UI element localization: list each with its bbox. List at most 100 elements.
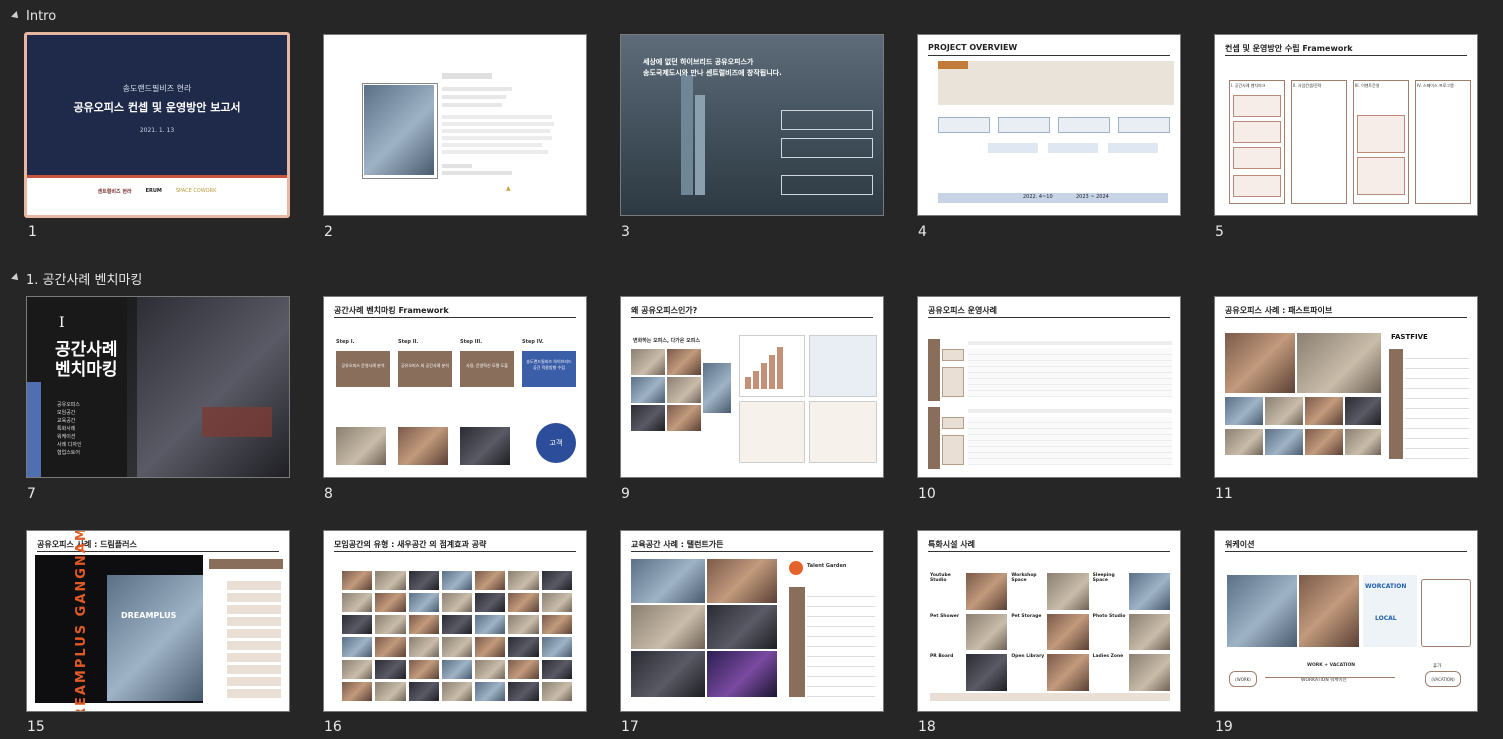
flow-label: WORK + VACATION (1307, 663, 1356, 668)
feature-label: Pet Storage (1011, 613, 1042, 619)
step-label: Step III. (460, 339, 483, 345)
chapter-title-2: 벤치마킹 (55, 360, 118, 380)
feature-label: Ladies Zone (1092, 654, 1124, 660)
step-label: Step II. (398, 339, 419, 345)
slide-number: 18 (918, 719, 936, 735)
phase-label: 2023 ~ 2024 (1076, 194, 1109, 200)
feature-label: Open Library (1011, 654, 1045, 660)
section-title: Intro (26, 8, 57, 24)
accent-stripe (27, 175, 287, 178)
building-sign: DREAMPLUS (121, 611, 177, 620)
framework-col: II. 사업컨셉/전략 (1293, 83, 1322, 88)
slide-title: 공유오피스 사례 : 패스트파이브 (1225, 306, 1333, 315)
flow-node: (VACATION) (1425, 671, 1461, 687)
talent-garden-logo-icon (789, 561, 803, 575)
customer-circle: 고객 (536, 423, 576, 463)
step-label: Step IV. (522, 339, 544, 345)
step-box-text: 공유오피스 운영사례 분석 (341, 363, 385, 368)
slide-thumbnail-2[interactable]: ▲ (323, 34, 587, 216)
worcation-word: WORCATION (1365, 583, 1407, 590)
office-interior-photo (127, 297, 289, 477)
chapter-item: 교육공간 (57, 418, 76, 424)
slide-title: 특화시설 사례 (928, 540, 975, 549)
slide-number: 3 (621, 224, 630, 240)
slide-number: 10 (918, 486, 936, 502)
slide-thumbnail-5[interactable]: 컨셉 및 운영방안 수립 Framework I. 공간사례 벤치마크 II. … (1214, 34, 1478, 216)
slide-number: 17 (621, 719, 639, 735)
slide-thumbnail-10[interactable]: 공유오피스 운영사례 (917, 296, 1181, 478)
slide-number: 4 (918, 224, 927, 240)
slide-title: 모임공간의 유형 : 새우공간 의 점계효과 공략 (334, 540, 487, 549)
slide-thumbnail-11[interactable]: 공유오피스 사례 : 패스트파이브 FASTFIVE (1214, 296, 1478, 478)
phase-label: 2022. 4~10 (1023, 194, 1053, 200)
framework-col: III. 이벤트운영 (1355, 83, 1380, 88)
step-label: Step I. (336, 339, 355, 345)
headline-line-2: 송도국제도시와 만나 센트럴비즈에 창작됩니다. (643, 69, 782, 77)
step-box-text: 사용, 운영혁신 모델 도출 (466, 363, 508, 368)
slide-title: 공유오피스 운영사례 (928, 306, 998, 315)
slide-subtitle: 공유오피스 컨셉 및 운영방안 보고서 (73, 101, 241, 114)
slide-thumbnail-1[interactable]: 송도랜드필비즈 현라 공유오피스 컨셉 및 운영방안 보고서 2021. 1. … (24, 32, 290, 218)
headline-line-1: 세상에 없던 하이브리드 공유오피스가 (643, 58, 754, 66)
step-box-text: 송도랜드필비즈 하이브리드 공간 적용방향 수립 (526, 359, 572, 370)
chapter-item: 워케이션 (57, 434, 76, 440)
logo-erum: ERUM (145, 188, 162, 194)
section-header-intro[interactable]: Intro (0, 5, 56, 27)
chapter-item: 협업스토어 (57, 450, 81, 456)
slide-title: 공간사례 벤치마킹 Framework (334, 306, 449, 315)
slide-subheading: 변화하는 오피스, 다가온 오피스 (633, 338, 700, 344)
slide-thumbnail-4[interactable]: PROJECT OVERVIEW 2022. 4~10 2023 ~ 2024 (917, 34, 1181, 216)
collapse-caret-icon[interactable] (11, 273, 21, 283)
slide-number: 5 (1215, 224, 1224, 240)
chapter-item: 공유오피스 (57, 402, 81, 408)
slide-number: 16 (324, 719, 342, 735)
framework-col: I. 공간사례 벤치마크 (1231, 83, 1266, 88)
slide-number: 2 (324, 224, 333, 240)
feature-label: PR Board (930, 654, 954, 660)
slide-thumbnail-7[interactable]: I 공간사례 벤치마킹 공유오피스 모임공간 교육공간 특화사례 워케이션 사례… (26, 296, 290, 478)
chapter-item: 특화사례 (57, 426, 76, 432)
flow-label: 휴가 (1433, 664, 1442, 669)
chapter-item: 사례 디자인 (57, 442, 82, 448)
chapter-item: 모임공간 (57, 410, 76, 416)
collapse-caret-icon[interactable] (11, 11, 21, 21)
feature-label: Pet Shower (930, 613, 960, 619)
slide-thumbnail-3[interactable]: 세상에 없던 하이브리드 공유오피스가 송도국제도시와 만나 센트럴비즈에 창작… (620, 34, 884, 216)
slide-number: 8 (324, 486, 333, 502)
space-cowork-logo: ▲ (506, 185, 511, 192)
slide-thumbnail-19[interactable]: 워케이션 WORCATION LOCAL (WORK) WORK + VACAT… (1214, 530, 1478, 712)
logo-central: 센트럴비즈 현라 (97, 189, 132, 195)
slide-thumbnail-17[interactable]: 교육공간 사례 : 탤런트가든 Talent Garden (620, 530, 884, 712)
building-photo (107, 575, 203, 701)
brand-name: FASTFIVE (1391, 333, 1428, 341)
slide-title: 송도랜드필비즈 현라 (122, 84, 192, 93)
slide-number: 7 (27, 486, 36, 502)
slide-number: 1 (28, 224, 37, 240)
slide-title: 워케이션 (1225, 540, 1255, 549)
slide-number: 11 (1215, 486, 1233, 502)
slide-title: 교육공간 사례 : 탤런트가든 (631, 540, 724, 549)
title-banner: 송도랜드필비즈 현라 공유오피스 컨셉 및 운영방안 보고서 2021. 1. … (27, 35, 287, 175)
section-title: 1. 공간사례 벤치마킹 (26, 272, 143, 288)
chapter-numeral: I (59, 315, 65, 331)
vertical-wordmark: DREAMPLUS GANGNAM (73, 530, 89, 712)
section-header-benchmarking[interactable]: 1. 공간사례 벤치마킹 (0, 267, 142, 289)
local-word: LOCAL (1375, 615, 1397, 622)
slide-date: 2021. 1. 13 (139, 127, 175, 134)
flow-node: (WORK) (1229, 671, 1257, 687)
slide-title: 왜 공유오피스인가? (631, 306, 698, 315)
slide-thumbnail-18[interactable]: 특화시설 사례 Youtube Studio Workshop Space Sl… (917, 530, 1181, 712)
feature-label: Youtube Studio (930, 573, 951, 583)
framework-col: IV. 스페이스 프로그램 (1417, 83, 1454, 88)
brand-name: Talent Garden (807, 563, 847, 569)
slide-thumbnail-15[interactable]: 공유오피스 사례 : 드림플러스 DREAMPLUS GANGNAM DREAM… (26, 530, 290, 712)
step-box-text: 공유오피스 외 공간사례 분석 (401, 363, 449, 368)
slide-thumbnail-16[interactable]: 모임공간의 유형 : 새우공간 의 점계효과 공략 (323, 530, 587, 712)
feature-label: Workshop Space (1011, 573, 1037, 583)
slide-thumbnail-9[interactable]: 왜 공유오피스인가? 변화하는 오피스, 다가온 오피스 (620, 296, 884, 478)
feature-label: Sleeping Space (1092, 573, 1115, 583)
slide-title: PROJECT OVERVIEW (928, 43, 1018, 52)
slide-number: 9 (621, 486, 630, 502)
slide-number: 19 (1215, 719, 1233, 735)
slide-thumbnail-8[interactable]: 공간사례 벤치마킹 Framework Step I. Step II. Ste… (323, 296, 587, 478)
